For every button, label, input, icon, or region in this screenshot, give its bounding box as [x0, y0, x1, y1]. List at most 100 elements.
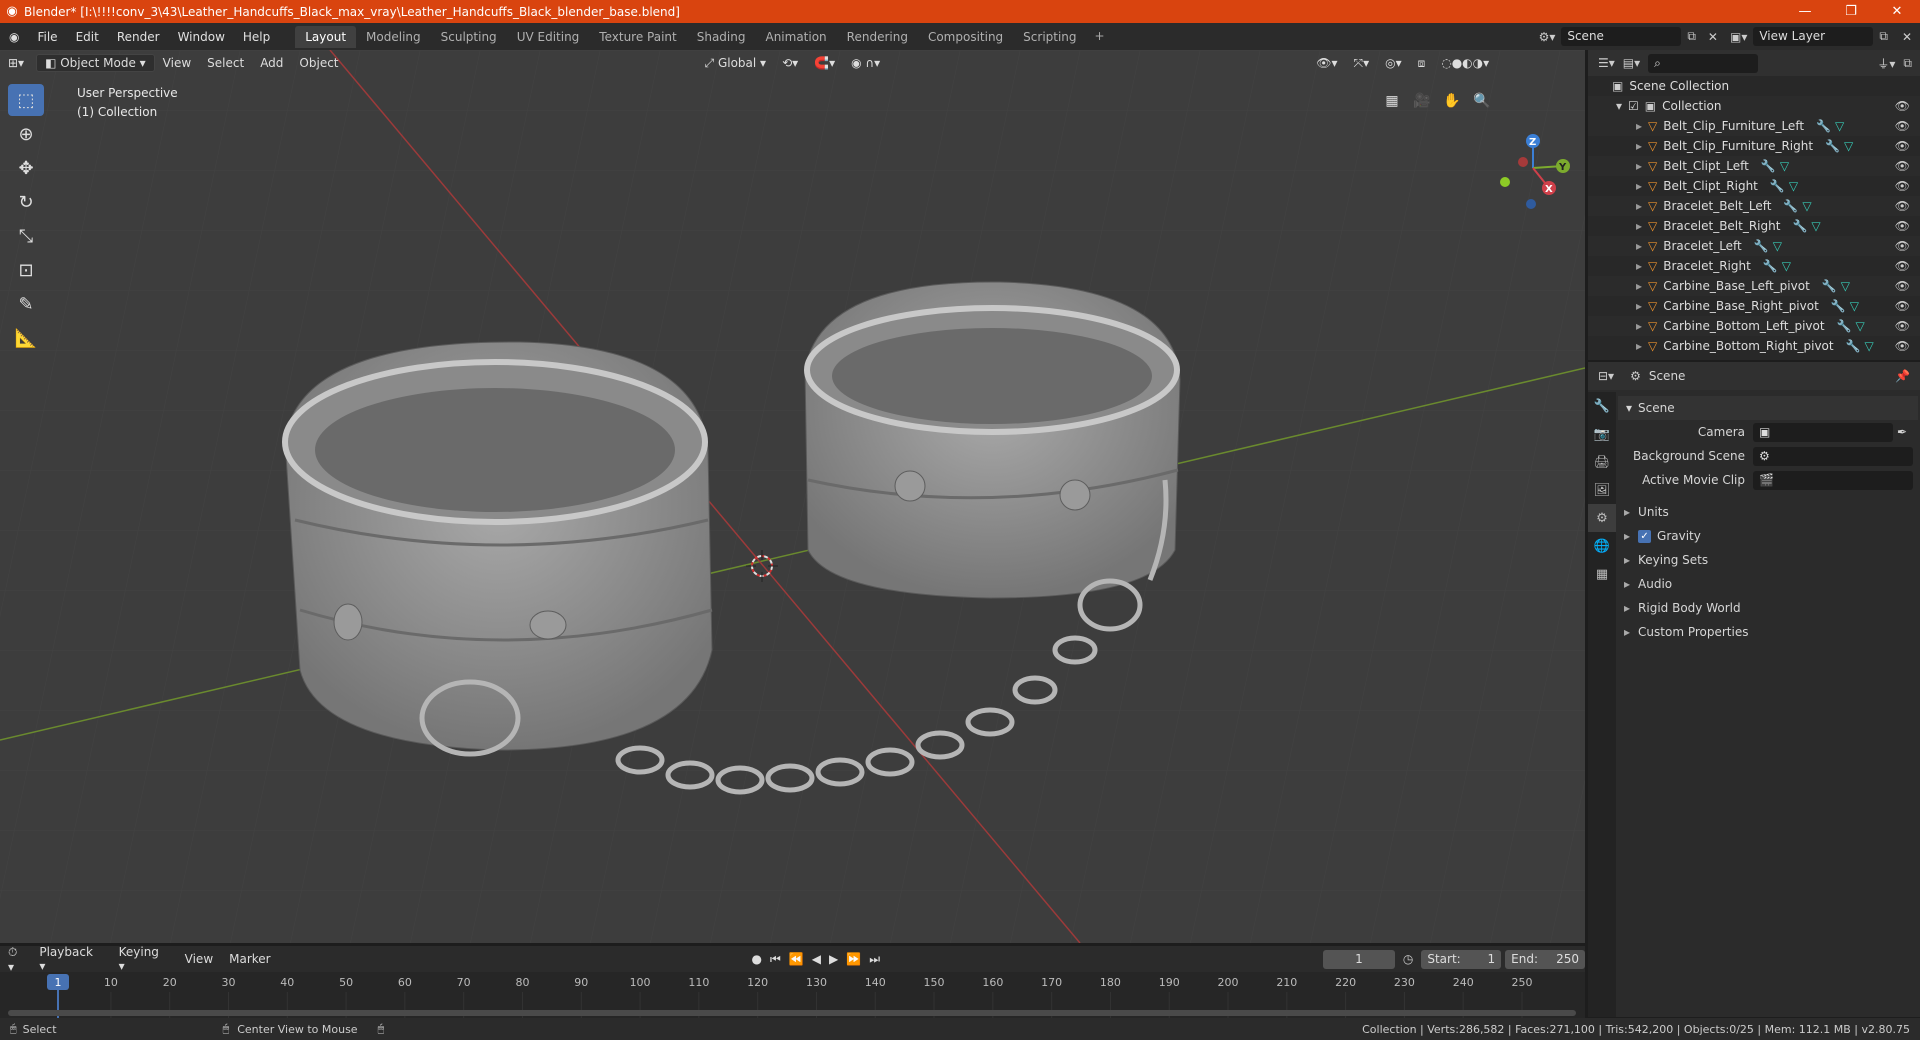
- mesh-data-icon[interactable]: ▽: [1850, 299, 1859, 313]
- transform-orientation-dropdown[interactable]: ⤢ Global ▾: [697, 54, 775, 73]
- modifier-wrench-icon[interactable]: 🔧: [1754, 239, 1769, 253]
- camera-view-icon[interactable]: 🎥: [1409, 88, 1435, 114]
- record-button-icon[interactable]: ●: [748, 952, 766, 966]
- prev-keyframe-icon[interactable]: ⏪: [785, 952, 808, 966]
- outliner-row-object[interactable]: ▸ ▽ Bracelet_Belt_Left 🔧 ▽ 👁: [1588, 196, 1920, 216]
- keying-menu[interactable]: Keying ▾: [111, 943, 177, 975]
- clock-icon[interactable]: ◷: [1395, 952, 1421, 966]
- outliner-row-object[interactable]: ▸ ▽ Carbine_Base_Right_pivot 🔧 ▽ 👁: [1588, 296, 1920, 316]
- eye-icon[interactable]: 👁: [1895, 339, 1910, 353]
- modifier-wrench-icon[interactable]: 🔧: [1783, 199, 1798, 213]
- outliner-editor-icon[interactable]: ☰▾: [1598, 56, 1615, 70]
- outliner-row-object[interactable]: ▸ ▽ Bracelet_Right 🔧 ▽ 👁: [1588, 256, 1920, 276]
- expand-arrow-icon[interactable]: ▸: [1636, 199, 1642, 213]
- eye-icon[interactable]: 👁: [1895, 299, 1910, 313]
- jump-end-icon[interactable]: ⏭: [865, 952, 884, 967]
- property-section-custom-properties[interactable]: ▸ Custom Properties: [1618, 620, 1918, 644]
- tab-texture-paint[interactable]: Texture Paint: [589, 26, 686, 48]
- pin-icon[interactable]: 📌: [1895, 369, 1920, 383]
- play-reverse-icon[interactable]: ◀: [808, 952, 825, 966]
- property-section-audio[interactable]: ▸ Audio: [1618, 572, 1918, 596]
- frame-ruler[interactable]: 1 10 20 30 40 50 60 70 80 90 100 110 120 130 140 150 160…: [0, 972, 1585, 1018]
- outliner-row-scene-collection[interactable]: ▣ Scene Collection: [1588, 76, 1920, 96]
- next-keyframe-icon[interactable]: ⏩: [842, 952, 865, 966]
- mesh-data-icon[interactable]: ▽: [1782, 259, 1791, 273]
- measure-tool-icon[interactable]: 📐: [8, 322, 44, 354]
- object-mode-dropdown[interactable]: ◧ Object Mode ▾: [36, 54, 155, 72]
- eye-icon[interactable]: 👁: [1895, 239, 1910, 253]
- tab-shading[interactable]: Shading: [687, 26, 756, 48]
- scene-panel-header[interactable]: ▾ Scene: [1618, 396, 1918, 420]
- tab-sculpting[interactable]: Sculpting: [431, 26, 507, 48]
- jump-start-icon[interactable]: ⏮: [766, 952, 785, 967]
- proportional-edit-icon[interactable]: ◉ ∩▾: [843, 54, 888, 72]
- checkbox-icon[interactable]: ☑: [1628, 99, 1639, 113]
- eye-icon[interactable]: 👁: [1895, 99, 1910, 113]
- tab-uv-editing[interactable]: UV Editing: [507, 26, 590, 48]
- scene-tab-icon[interactable]: ⚙: [1588, 504, 1616, 532]
- expand-arrow-icon[interactable]: ▾: [1616, 99, 1622, 113]
- render-tab-icon[interactable]: 📷: [1588, 420, 1616, 448]
- remove-scene-icon[interactable]: ✕: [1702, 30, 1724, 44]
- outliner-row-object[interactable]: ▸ ▽ Carbine_Base_Left_pivot 🔧 ▽ 👁: [1588, 276, 1920, 296]
- marker-menu[interactable]: Marker: [221, 950, 278, 968]
- background-scene-field[interactable]: ⚙: [1753, 446, 1913, 466]
- scene-field[interactable]: Scene: [1561, 27, 1682, 46]
- move-tool-icon[interactable]: ✥: [8, 152, 44, 184]
- cursor-tool-icon[interactable]: ⊕: [8, 118, 44, 150]
- mesh-data-icon[interactable]: ▽: [1835, 119, 1844, 133]
- menu-edit[interactable]: Edit: [67, 30, 108, 44]
- view-menu[interactable]: View: [177, 950, 221, 968]
- eye-icon[interactable]: 👁: [1895, 259, 1910, 273]
- view-layer-tab-icon[interactable]: 🖼: [1588, 476, 1616, 504]
- expand-arrow-icon[interactable]: ▸: [1636, 159, 1642, 173]
- mesh-data-icon[interactable]: ▽: [1773, 239, 1782, 253]
- gravity-checkbox[interactable]: ✓: [1638, 529, 1652, 543]
- menu-select[interactable]: Select: [199, 54, 252, 72]
- outliner-row-object[interactable]: ▸ ▽ Bracelet_Belt_Right 🔧 ▽ 👁: [1588, 216, 1920, 236]
- menu-add[interactable]: Add: [252, 54, 291, 72]
- modifier-wrench-icon[interactable]: 🔧: [1846, 339, 1861, 353]
- world-tab-icon[interactable]: 🌐: [1588, 532, 1616, 560]
- end-frame-field[interactable]: End: 250: [1505, 949, 1586, 969]
- modifier-wrench-icon[interactable]: 🔧: [1770, 179, 1785, 193]
- camera-field[interactable]: ▣: [1753, 422, 1893, 442]
- mesh-data-icon[interactable]: ▽: [1780, 159, 1789, 173]
- remove-view-layer-icon[interactable]: ✕: [1894, 30, 1920, 44]
- property-section-keying-sets[interactable]: ▸ Keying Sets: [1618, 548, 1918, 572]
- eye-icon[interactable]: 👁: [1895, 139, 1910, 153]
- xray-icon[interactable]: ⧈: [1410, 54, 1434, 73]
- outliner-row-object[interactable]: ▸ ▽ Carbine_Bottom_Right_pivot 🔧 ▽ 👁: [1588, 336, 1920, 356]
- expand-arrow-icon[interactable]: ▸: [1636, 219, 1642, 233]
- filter-icon[interactable]: ⏚▾: [1877, 55, 1895, 72]
- menu-file[interactable]: File: [28, 30, 66, 44]
- scene-icon[interactable]: ⚙▾: [1533, 30, 1562, 44]
- eye-icon[interactable]: 👁: [1895, 179, 1910, 193]
- expand-arrow-icon[interactable]: ▸: [1636, 139, 1642, 153]
- timeline-editor-icon[interactable]: ⏱▾: [0, 943, 31, 976]
- expand-arrow-icon[interactable]: ▸: [1636, 339, 1642, 353]
- transform-tool-icon[interactable]: ⊡: [8, 254, 44, 286]
- timeline-ruler[interactable]: 1 10 20 30 40 50 60 70 80 90 100 110 120 130 140 150 160…: [0, 972, 1585, 1018]
- modifier-wrench-icon[interactable]: 🔧: [1831, 299, 1846, 313]
- mesh-data-icon[interactable]: ▽: [1856, 319, 1865, 333]
- 3d-viewport[interactable]: Z Y X ⊞▾ ◧ Object Mode ▾ View Select Add…: [0, 50, 1585, 943]
- close-button[interactable]: ✕: [1874, 4, 1920, 19]
- tab-scripting[interactable]: Scripting: [1013, 26, 1086, 48]
- expand-arrow-icon[interactable]: ▸: [1636, 279, 1642, 293]
- play-icon[interactable]: ▶: [825, 952, 842, 966]
- tab-rendering[interactable]: Rendering: [837, 26, 918, 48]
- eye-icon[interactable]: 👁: [1895, 119, 1910, 133]
- playback-menu[interactable]: Playback ▾: [31, 943, 110, 975]
- properties-editor-icon[interactable]: ⊟▾: [1598, 369, 1614, 383]
- pan-hand-icon[interactable]: ✋: [1439, 88, 1465, 114]
- mesh-data-icon[interactable]: ▽: [1844, 139, 1853, 153]
- expand-arrow-icon[interactable]: ▸: [1636, 239, 1642, 253]
- scale-tool-icon[interactable]: ⤡: [8, 220, 44, 252]
- grid-toggle-icon[interactable]: ▦: [1379, 88, 1405, 114]
- blender-menu-icon[interactable]: ◉: [0, 30, 28, 44]
- pivot-icon[interactable]: ⟲▾: [774, 54, 806, 72]
- modifier-wrench-icon[interactable]: 🔧: [1822, 279, 1837, 293]
- output-tab-icon[interactable]: 🖨: [1588, 448, 1616, 476]
- outliner-search-input[interactable]: ⌕: [1648, 53, 1759, 73]
